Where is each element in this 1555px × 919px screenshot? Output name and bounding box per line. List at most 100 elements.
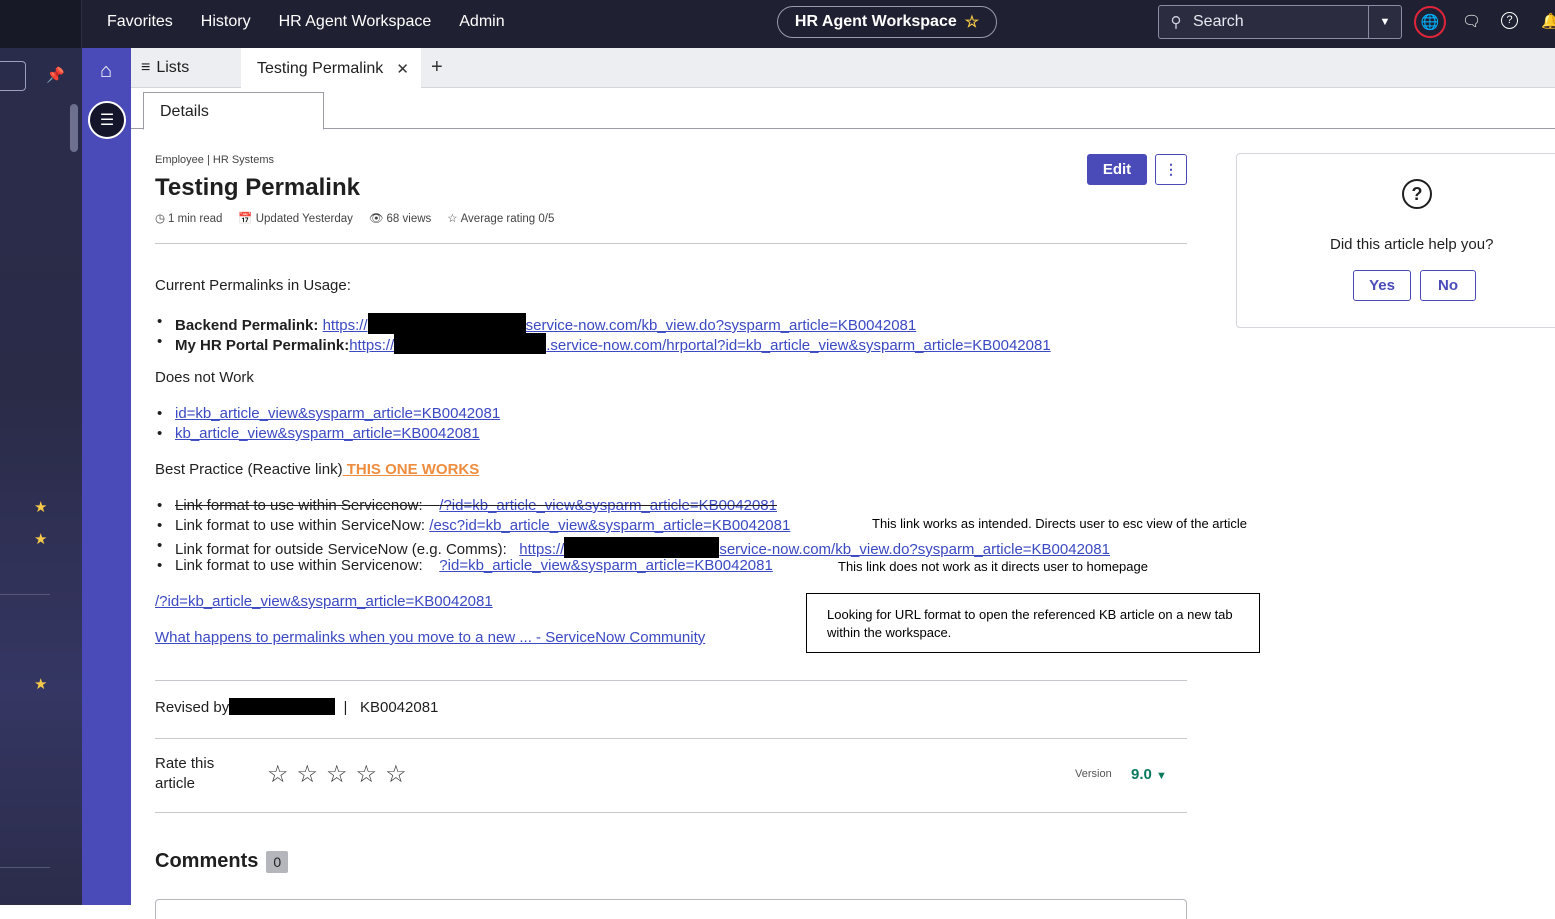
caret-down-icon: ▼ xyxy=(1156,770,1167,782)
list-item: Link format to use within Servicenow: /?… xyxy=(157,497,777,514)
more-options-icon[interactable]: ⋮ xyxy=(1155,154,1187,185)
bp4-note: This link does not work as it directs us… xyxy=(838,559,1148,574)
workspace-pill-label: HR Agent Workspace xyxy=(794,13,957,30)
globe-icon[interactable]: 🌐 xyxy=(1414,6,1446,38)
comment-input[interactable] xyxy=(155,899,1187,919)
comments-count-badge: 0 xyxy=(266,850,289,873)
workspace-rail: ⌂ ☰ xyxy=(82,48,131,905)
redacted-block xyxy=(564,537,720,558)
article-meta: ◷ 1 min read 📅 Updated Yesterday 👁 68 views… xyxy=(155,211,554,225)
backend-label: Backend Permalink: xyxy=(175,317,319,334)
rate-article-label: Rate this article xyxy=(155,755,215,792)
breadcrumb: Employee | HR Systems xyxy=(155,154,275,166)
list-item: Link format to use within Servicenow: ?i… xyxy=(157,557,773,574)
panel-scrollbar[interactable] xyxy=(70,104,78,152)
question-icon: ? xyxy=(1402,179,1432,209)
list-item: Link format for outside ServiceNow (e.g.… xyxy=(157,537,1110,558)
tab-details[interactable]: Details xyxy=(143,92,324,130)
divider xyxy=(0,594,50,595)
search-dropdown-button[interactable]: ▼ xyxy=(1368,6,1401,38)
myhr-permalink[interactable]: https://.service-now.com/hrportal?id=kb_… xyxy=(349,333,1051,354)
meta-views: 👁 68 views xyxy=(368,213,432,225)
meta-rating: ☆ Average rating 0/5 xyxy=(447,213,555,225)
list-item: Link format to use within ServiceNow: /e… xyxy=(157,517,790,534)
meta-updated: 📅 Updated Yesterday xyxy=(238,213,353,225)
search-input[interactable]: Search xyxy=(1193,13,1368,31)
nav-filter-input[interactable] xyxy=(0,61,26,91)
myhr-label: My HR Portal Permalink: xyxy=(175,337,350,354)
notification-bell-icon[interactable]: 🔔 xyxy=(1541,12,1555,30)
clock-icon: ◷ xyxy=(155,213,166,225)
community-link-row: What happens to permalinks when you move… xyxy=(155,629,705,646)
top-navigation-bar: Favorites History HR Agent Workspace Adm… xyxy=(0,0,1555,48)
yes-button[interactable]: Yes xyxy=(1353,270,1411,301)
tab-label: Testing Permalink xyxy=(257,59,384,77)
bp2-link[interactable]: /esc?id=kb_article_view&sysparm_article=… xyxy=(429,517,790,534)
divider xyxy=(155,738,1187,739)
favorite-star-icon[interactable]: ★ xyxy=(34,675,47,693)
home-icon[interactable]: ⌂ xyxy=(94,60,118,84)
version-label: Version xyxy=(1075,768,1112,780)
page-title: Testing Permalink xyxy=(155,174,360,201)
bp1-link[interactable]: /?id=kb_article_view&sysparm_article=KB0… xyxy=(439,497,777,514)
star-4-icon[interactable]: ☆ xyxy=(356,760,378,789)
chat-icon[interactable]: 🗨 xyxy=(1462,12,1481,30)
star-2-icon[interactable]: ☆ xyxy=(297,760,319,789)
star-outline-icon: ☆ xyxy=(447,213,458,225)
feedback-question: Did this article help you? xyxy=(1330,236,1494,253)
comments-heading: Comments 0 xyxy=(155,850,289,873)
nav-history[interactable]: History xyxy=(201,13,251,31)
add-tab-icon[interactable]: + xyxy=(431,56,443,79)
close-icon[interactable]: ✕ xyxy=(396,60,409,78)
redacted-block xyxy=(229,698,336,715)
meta-read-time: ◷ 1 min read xyxy=(155,213,223,225)
edit-button[interactable]: Edit xyxy=(1087,154,1147,185)
tab-lists[interactable]: ≡ Lists xyxy=(141,48,189,88)
nav-hr-agent-workspace[interactable]: HR Agent Workspace xyxy=(279,13,432,31)
redacted-block xyxy=(394,333,547,354)
bp2-note: This link works as intended. Directs use… xyxy=(872,516,1247,531)
nav-favorites[interactable]: Favorites xyxy=(107,13,173,31)
standalone-link[interactable]: /?id=kb_article_view&sysparm_article=KB0… xyxy=(155,593,493,610)
favorite-star-icon[interactable]: ☆ xyxy=(965,12,979,32)
list-item: kb_article_view&sysparm_article=KB004208… xyxy=(157,425,480,442)
global-search[interactable]: ⚲ Search ▼ xyxy=(1158,5,1402,39)
logo-area xyxy=(0,0,82,48)
revised-row: Revised by | KB0042081 xyxy=(155,698,438,716)
star-1-icon[interactable]: ☆ xyxy=(267,760,289,789)
version-dropdown[interactable]: 9.0 ▼ xyxy=(1131,766,1167,783)
list-item: My HR Portal Permalink:https://.service-… xyxy=(157,333,1051,354)
this-one-works-label: THIS ONE WORKS xyxy=(342,461,480,478)
list-icon[interactable]: ☰ xyxy=(88,101,126,139)
top-nav-menu: Favorites History HR Agent Workspace Adm… xyxy=(107,0,505,44)
tab-testing-permalink[interactable]: Testing Permalink ✕ xyxy=(241,48,421,89)
star-3-icon[interactable]: ☆ xyxy=(326,760,348,789)
star-5-icon[interactable]: ☆ xyxy=(385,760,407,789)
help-icon[interactable]: ? xyxy=(1501,12,1518,29)
search-icon: ⚲ xyxy=(1170,14,1182,31)
bp3-link[interactable]: https://service-now.com/kb_view.do?syspa… xyxy=(519,537,1110,558)
left-nav-panel: 📌 ★ ★ ★ xyxy=(0,48,82,905)
article-feedback-card: ? Did this article help you? Yes No xyxy=(1236,153,1555,328)
list-item: Backend Permalink: https://service-now.c… xyxy=(157,313,916,334)
backend-permalink[interactable]: https://service-now.com/kb_view.do?syspa… xyxy=(323,313,916,334)
no-button[interactable]: No xyxy=(1420,270,1476,301)
pin-icon[interactable]: 📌 xyxy=(46,66,65,84)
divider xyxy=(155,812,1187,813)
revised-by-label: Revised by xyxy=(155,699,230,716)
workspace-pill[interactable]: HR Agent Workspace ☆ xyxy=(777,6,997,38)
favorite-star-icon[interactable]: ★ xyxy=(34,498,47,516)
record-subtabs: Details xyxy=(131,88,1555,130)
calendar-icon: 📅 xyxy=(238,213,253,225)
nav-admin[interactable]: Admin xyxy=(459,13,504,31)
star-rating[interactable]: ☆ ☆ ☆ ☆ ☆ xyxy=(267,760,407,789)
tab-lists-label: Lists xyxy=(156,59,190,76)
separator: | xyxy=(343,699,348,716)
dnw-link-2[interactable]: kb_article_view&sysparm_article=KB004208… xyxy=(175,425,480,442)
eye-icon: 👁 xyxy=(368,213,384,225)
dnw-link-1[interactable]: id=kb_article_view&sysparm_article=KB004… xyxy=(175,405,500,422)
community-link[interactable]: What happens to permalinks when you move… xyxy=(155,629,705,646)
bp4-link[interactable]: ?id=kb_article_view&sysparm_article=KB00… xyxy=(439,557,773,574)
favorite-star-icon[interactable]: ★ xyxy=(34,530,47,548)
best-practice-heading: Best Practice (Reactive link) THIS ONE W… xyxy=(155,461,480,478)
